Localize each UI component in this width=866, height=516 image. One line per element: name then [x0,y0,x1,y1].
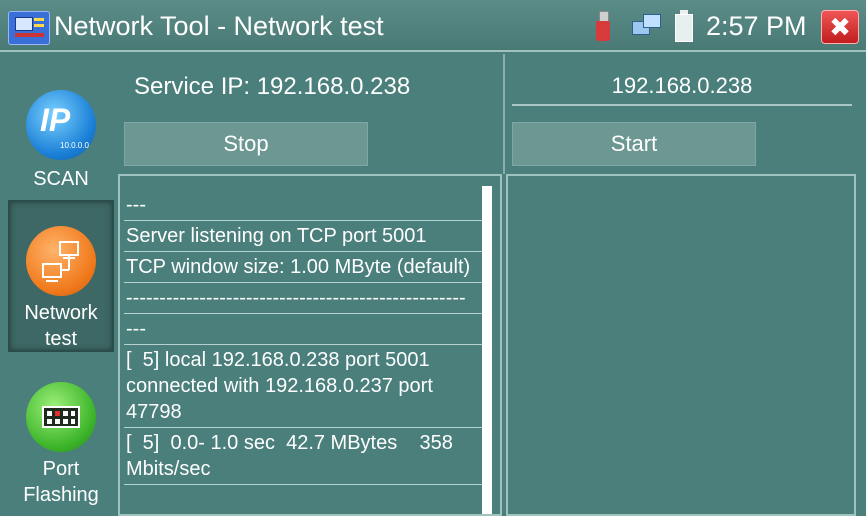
title-bar: Network Tool - Network test 2:57 PM ✖ [0,0,866,52]
window-title: Network Tool - Network test [54,11,384,41]
sidebar-item-scan[interactable]: IP 10.0.0.0 SCAN [8,54,114,196]
clock: 2:57 PM [706,11,807,41]
sidebar-item-label: Network test [24,302,98,350]
output-line: --- [124,190,482,221]
network-status-icon [632,14,662,38]
battery-icon [675,10,693,42]
output-scrollbar[interactable] [482,186,492,514]
output-line: --- [124,314,482,345]
output-line: ----------------------------------------… [124,283,482,314]
client-output-pane[interactable] [506,174,856,516]
sidebar-item-port-flashing[interactable]: Port Flashing [8,356,114,516]
port-icon [26,382,96,452]
close-icon: ✖ [829,12,851,42]
stop-button[interactable]: Stop [124,122,368,166]
sidebar: IP 10.0.0.0 SCAN Network test Port Flash… [8,54,114,516]
ip-scan-icon: IP 10.0.0.0 [26,90,96,160]
client-panel: 192.168.0.238 Start [506,54,856,174]
server-panel: Service IP: 192.168.0.238 Stop [118,54,502,174]
service-ip-label: Service IP: 192.168.0.238 [134,73,411,100]
output-line: Server listening on TCP port 5001 [124,221,482,252]
output-line: [ 5] 0.0- 1.0 sec 42.7 MBytes 358 Mbits/… [124,428,482,485]
panel-divider [503,54,505,174]
output-line: TCP window size: 1.00 MByte (default) [124,252,482,283]
sidebar-item-network-test[interactable]: Network test [8,200,114,352]
network-icon [26,226,96,296]
start-button[interactable]: Start [512,122,756,166]
sidebar-item-label: Port Flashing [23,458,99,506]
close-button[interactable]: ✖ [821,10,859,44]
server-output-pane[interactable]: --- Server listening on TCP port 5001 TC… [118,174,502,516]
usb-icon [596,11,610,41]
client-ip-input[interactable]: 192.168.0.238 [512,68,852,106]
output-line: [ 5] local 192.168.0.238 port 5001 conne… [124,345,482,428]
output-lines: --- Server listening on TCP port 5001 TC… [124,190,482,485]
sidebar-item-label: SCAN [33,168,89,190]
network-tool-app-icon [8,11,50,45]
